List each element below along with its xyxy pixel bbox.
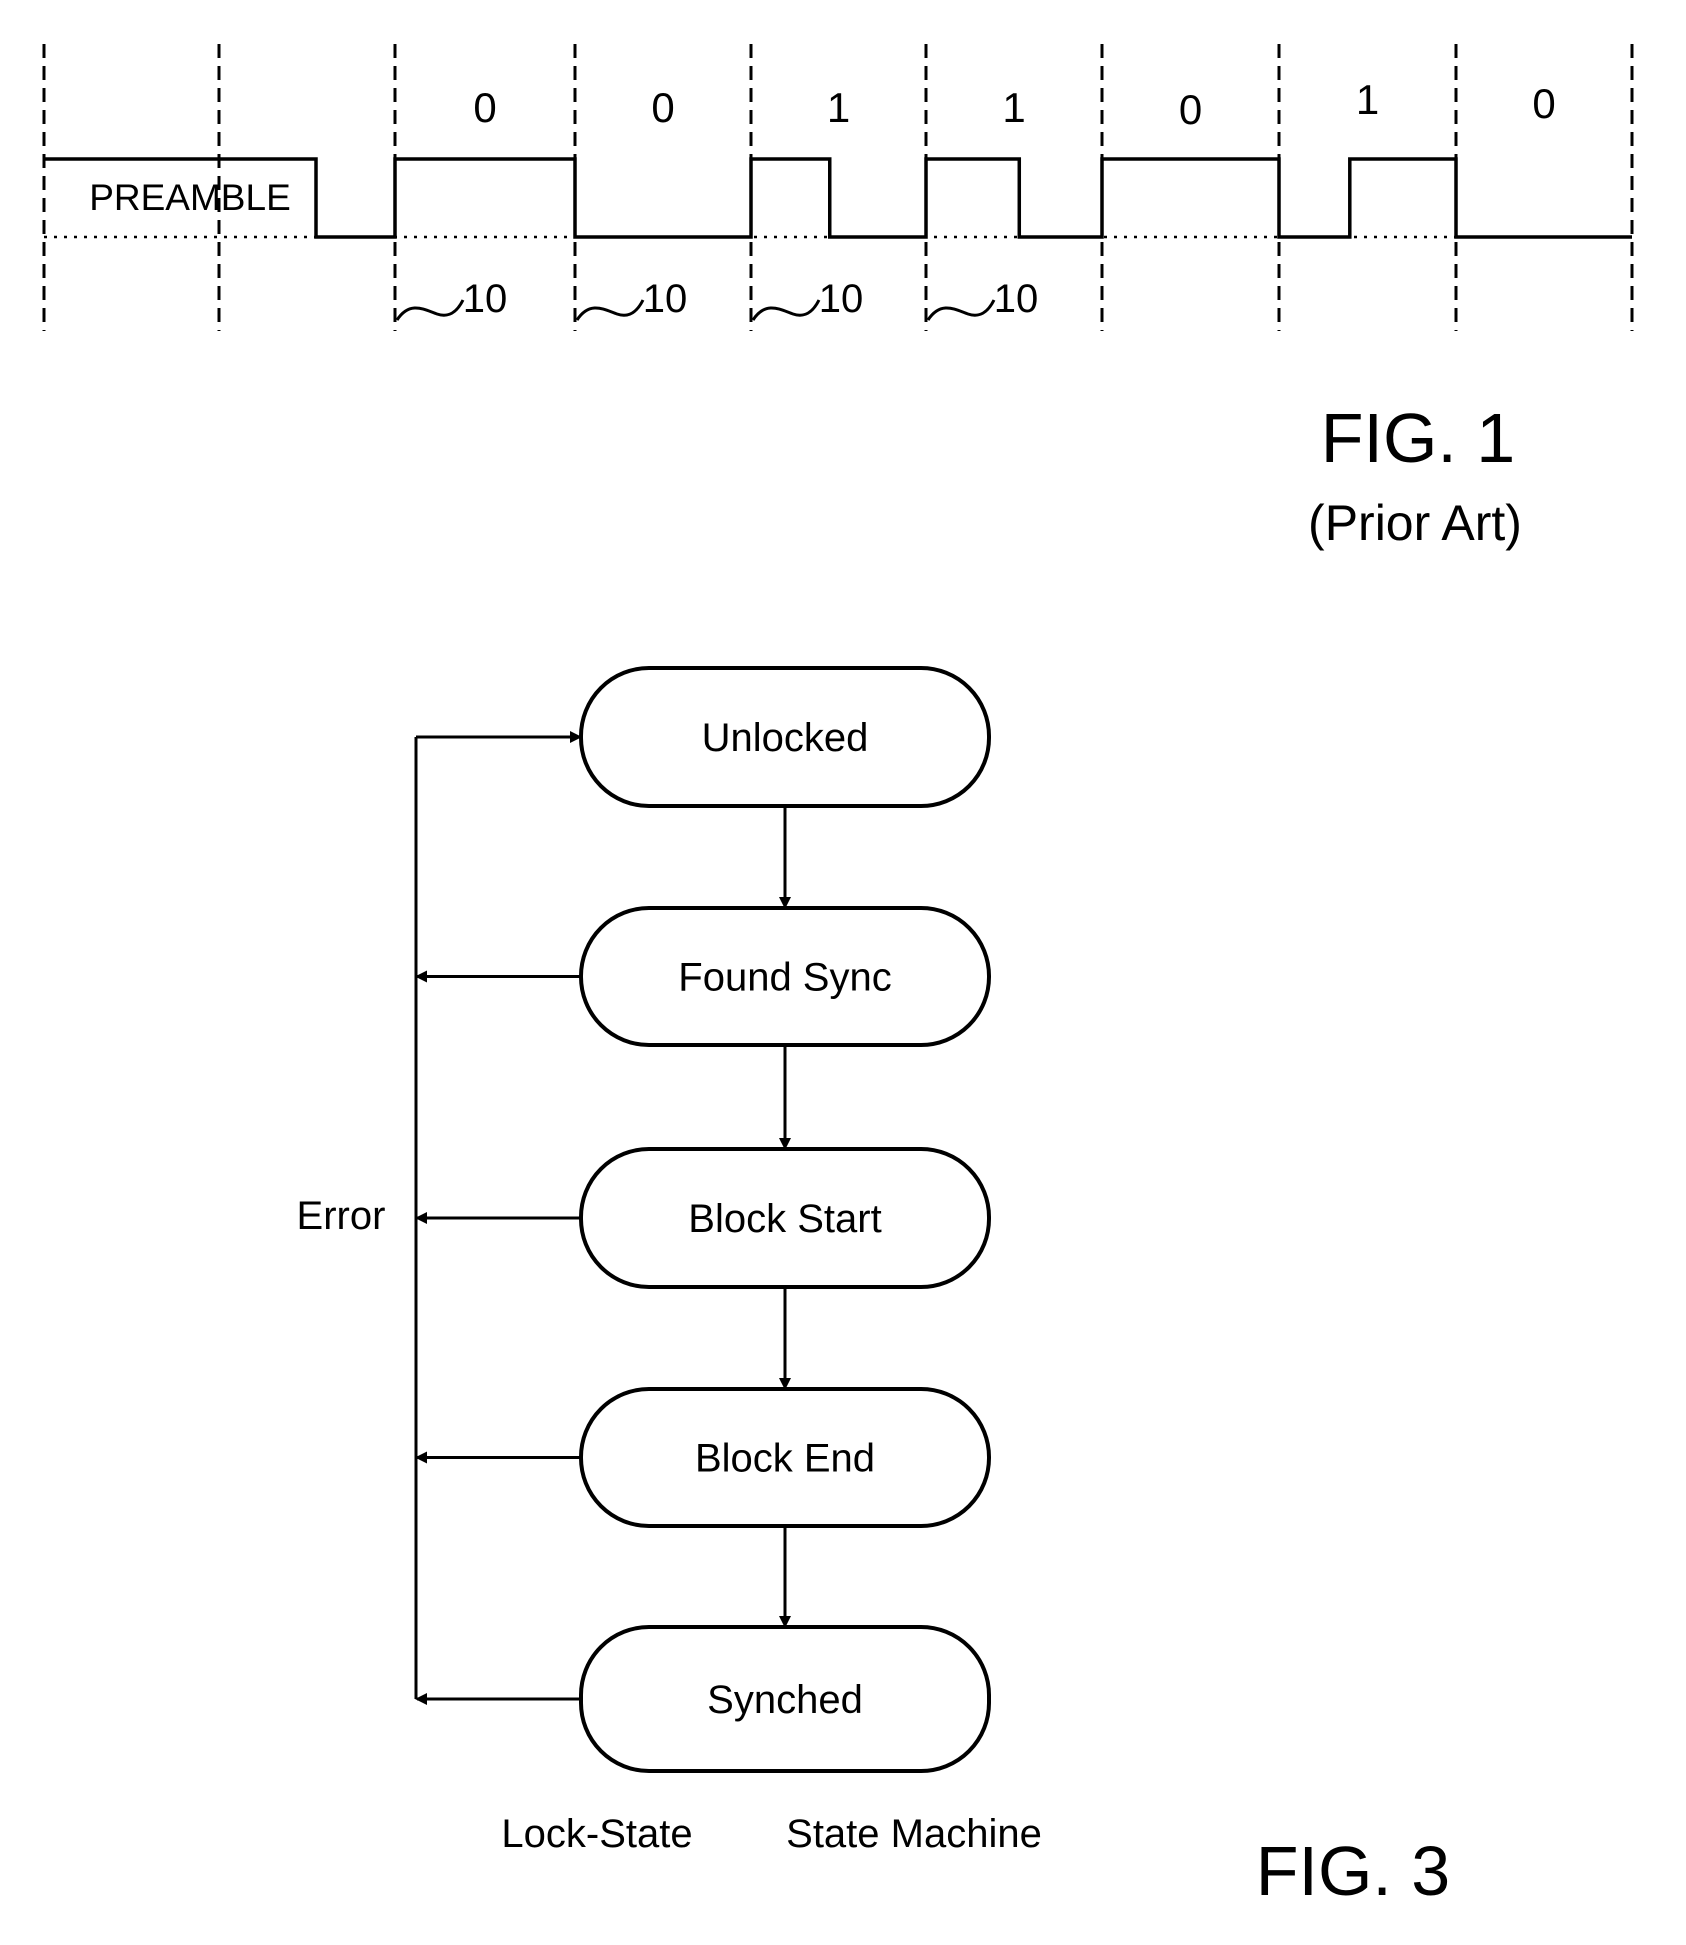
fig1-title: FIG. 1 [1321,399,1515,477]
reference-labels: 10 10 10 10 [395,277,1039,321]
bit-label-0: 0 [473,84,496,131]
caption-state-machine: State Machine [786,1812,1042,1856]
caption-lock-state: Lock-State [501,1812,692,1856]
fig3-state-machine: Unlocked Found Sync Block Start Block End Sy… [297,666,1450,1910]
bit-label-3: 1 [1002,84,1025,131]
state-label-synched: Synched [707,1678,863,1722]
preamble-label: PREAMBLE [89,177,291,218]
state-label-block-start: Block Start [688,1197,881,1241]
patent-figures: PREAMBLE 0011010 10 10 10 10 FIG. 1 (Prior … [42,44,1634,1910]
reference-label-2: 10 [819,277,864,321]
reference-leader-3 [926,299,996,321]
reference-label-1: 10 [643,277,688,321]
bit-label-6: 0 [1532,80,1555,127]
reference-leader-2 [751,299,821,321]
state-label-found-sync: Found Sync [678,956,891,1000]
bit-label-5: 1 [1356,76,1379,123]
bit-labels: 0 0 1 1 0 1 0 [473,76,1555,133]
fig1-subtitle: (Prior Art) [1308,495,1522,551]
reference-leader-1 [575,299,645,321]
fig3-title: FIG. 3 [1256,1832,1450,1910]
reference-leader-0 [395,299,465,321]
fig1-waveform-diagram: PREAMBLE 0011010 10 10 10 10 FIG. 1 (Prior … [42,44,1634,551]
reference-label-0: 10 [463,277,508,321]
bit-label-4: 0 [1179,86,1202,133]
state-label-block-end: Block End [695,1437,875,1481]
bit-label-2: 1 [827,84,850,131]
state-label-unlocked: Unlocked [702,716,869,760]
reference-label-3: 10 [994,277,1039,321]
error-label: Error [297,1194,386,1238]
bit-label-1: 0 [651,84,674,131]
